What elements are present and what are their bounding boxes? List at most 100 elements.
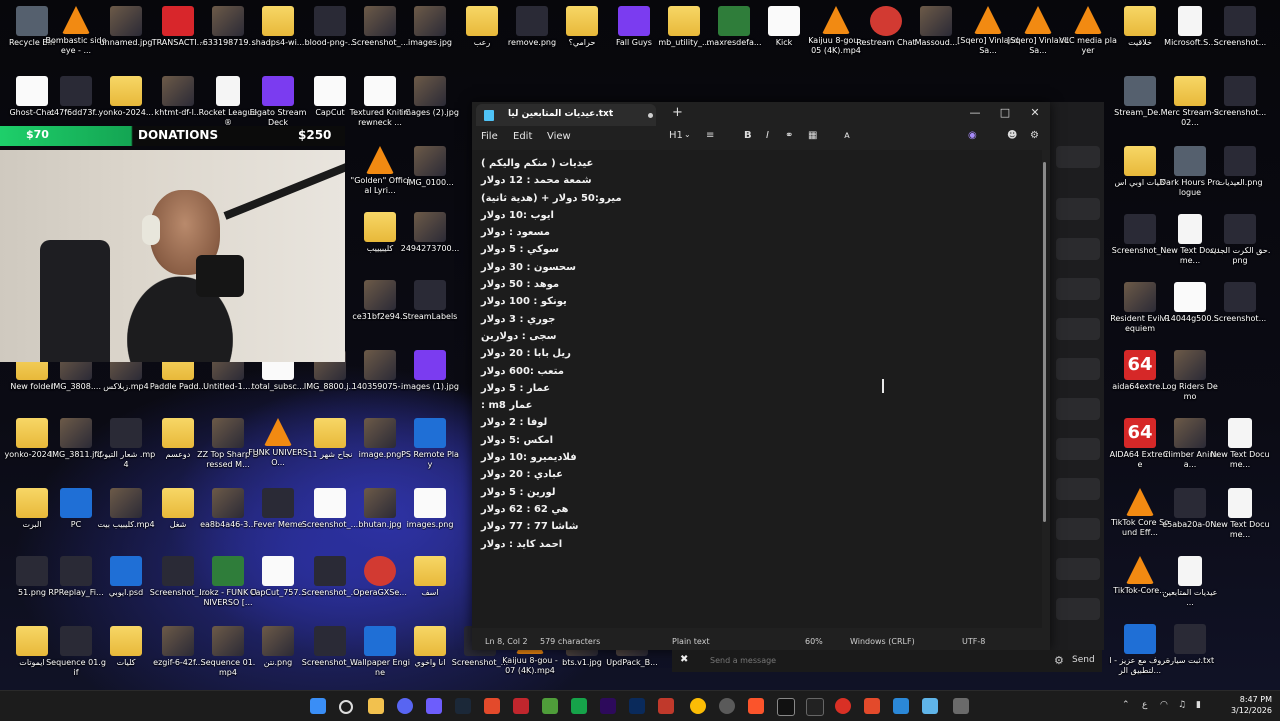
line-ending[interactable]: Windows (CRLF) — [850, 637, 915, 646]
app-icon[interactable] — [542, 698, 558, 714]
desktop-icon[interactable]: PS Remote Play — [398, 414, 462, 486]
desktop-icon[interactable]: العيديات.png — [1208, 142, 1272, 214]
chrome-icon[interactable] — [690, 698, 706, 714]
volume-icon[interactable]: ♫ — [1178, 700, 1186, 710]
desktop-icon[interactable]: Screenshot... — [1208, 2, 1272, 74]
discord-icon[interactable] — [397, 698, 413, 714]
desktop-icon[interactable]: StreamLabels — [398, 276, 462, 348]
premiere-icon[interactable] — [600, 698, 616, 714]
app-icon[interactable] — [719, 698, 735, 714]
app-icon[interactable] — [806, 698, 824, 716]
encoding[interactable]: UTF-8 — [962, 637, 985, 646]
table-icon[interactable]: ▦ — [808, 130, 817, 141]
img-icon — [212, 626, 244, 656]
wifi-icon[interactable]: ◠ — [1160, 700, 1168, 710]
white-icon — [414, 488, 446, 518]
media-player-icon[interactable] — [426, 698, 442, 714]
app-icon[interactable] — [658, 698, 674, 714]
minimize-icon[interactable]: — — [960, 102, 990, 126]
heading-button[interactable]: H1 — [669, 130, 683, 141]
desktop-icon[interactable]: Screenshot... — [1208, 278, 1272, 350]
desktop-icon[interactable]: images.png — [398, 484, 462, 556]
vlc-icon — [366, 146, 394, 174]
app-icon[interactable] — [835, 698, 851, 714]
clock[interactable]: 8:47 PM 3/12/2026 — [1224, 694, 1272, 716]
app-icon — [1224, 214, 1256, 244]
app-icon — [516, 6, 548, 36]
green-icon — [718, 6, 750, 36]
opera-gx-icon[interactable] — [513, 698, 529, 714]
desktop-icon[interactable]: Screenshot... — [1208, 72, 1272, 144]
chat-input[interactable]: Send a message — [710, 656, 776, 665]
notepad-taskbar-icon[interactable] — [922, 698, 938, 714]
zoom-level[interactable]: 60% — [805, 637, 823, 646]
language-indicator[interactable]: ع — [1142, 700, 1147, 710]
desktop-icon[interactable]: 2494273700... — [398, 208, 462, 280]
desktop-icon[interactable]: IMG_0100... — [398, 142, 462, 214]
notepad-tab[interactable]: عيديات المتابعين ليا.txt — [476, 104, 656, 126]
clear-format-icon[interactable]: ᴀ — [844, 130, 850, 141]
steam-icon[interactable] — [455, 698, 471, 714]
chat-settings-icon[interactable]: ⚙ — [1054, 654, 1064, 667]
notepad-titlebar[interactable]: عيديات المتابعين ليا.txt + — □ ✕ — [472, 102, 1050, 126]
account-icon[interactable]: ☻ — [1007, 130, 1017, 141]
battery-icon[interactable]: ▮ — [1196, 700, 1201, 710]
doc-icon — [1178, 6, 1202, 36]
notepad-icon — [484, 110, 494, 121]
brave-icon[interactable] — [748, 698, 764, 714]
text-line: متعب :600 دولار — [481, 365, 564, 377]
chat-send-button[interactable]: Send — [1072, 655, 1095, 665]
desktop-icon[interactable]: images (1).jpg — [398, 346, 462, 418]
white-icon — [262, 556, 294, 586]
link-icon[interactable]: ⚭ — [785, 130, 793, 141]
menu-edit[interactable]: Edit — [513, 131, 532, 142]
app-icon[interactable] — [864, 698, 880, 714]
desktop-icon-label: images.png — [406, 520, 454, 529]
desktop-icon[interactable]: New Text Docume... — [1208, 414, 1272, 486]
text-editor[interactable]: عيديات ( منكم واليكم ) شمعة محمد : 12 دول… — [472, 150, 1042, 628]
maximize-icon[interactable]: □ — [990, 102, 1020, 126]
desktop-icon[interactable]: عيديات المتابعين ... — [1158, 552, 1222, 624]
chevron-up-icon[interactable]: ⌃ — [1122, 700, 1130, 710]
img-icon — [414, 212, 446, 242]
desktop-icon-label: IMG_0100... — [406, 178, 454, 187]
img-icon — [364, 280, 396, 310]
background-window[interactable] — [1048, 102, 1104, 650]
notepad-window[interactable]: عيديات المتابعين ليا.txt + — □ ✕ File Ed… — [472, 102, 1050, 650]
copilot-icon[interactable]: ◉ — [968, 130, 977, 141]
desktop-icon-label: Screenshot... — [1213, 108, 1267, 117]
bold-button[interactable]: B — [744, 130, 752, 141]
menu-view[interactable]: View — [547, 131, 571, 142]
app-icon[interactable] — [484, 698, 500, 714]
unsaved-dot-icon[interactable] — [648, 113, 653, 118]
app-icon[interactable] — [893, 698, 909, 714]
desktop-icon[interactable]: New Text Docume... — [1208, 484, 1272, 556]
text-line: لورين : 5 دولار — [481, 486, 556, 498]
capcut-icon[interactable] — [777, 698, 795, 716]
desktop-icon[interactable]: ثبت سيارة.txt — [1158, 620, 1222, 690]
desktop-icon[interactable]: Log Riders Demo — [1158, 346, 1222, 418]
italic-button[interactable]: I — [766, 130, 769, 141]
close-icon[interactable]: ✕ — [1020, 102, 1050, 126]
menu-file[interactable]: File — [481, 131, 498, 142]
img-icon — [162, 626, 194, 656]
close-chat-icon[interactable]: ✖ — [680, 654, 688, 665]
desktop-icon[interactable]: images (2).jpg — [398, 72, 462, 144]
start-windows-icon[interactable] — [310, 698, 326, 714]
list-icon[interactable]: ≡ — [706, 130, 714, 141]
settings-gear-icon[interactable]: ⚙ — [1030, 130, 1039, 141]
desktop-icon[interactable]: حق الكرت الجديد.png — [1208, 210, 1272, 282]
blue-icon — [60, 488, 92, 518]
calculator-icon[interactable] — [953, 698, 969, 714]
format-indicator[interactable]: Plain text — [672, 637, 710, 646]
photoshop-icon[interactable] — [629, 698, 645, 714]
scrollbar[interactable] — [1042, 150, 1048, 628]
app-icon — [60, 626, 92, 656]
file-explorer-icon[interactable] — [368, 698, 384, 714]
desktop-icon[interactable]: اسف — [398, 552, 462, 624]
app-icon — [1124, 214, 1156, 244]
chevron-down-icon[interactable]: ⌄ — [684, 130, 691, 139]
new-tab-button[interactable]: + — [672, 105, 683, 120]
search-icon[interactable] — [339, 700, 353, 714]
excel-icon[interactable] — [571, 698, 587, 714]
